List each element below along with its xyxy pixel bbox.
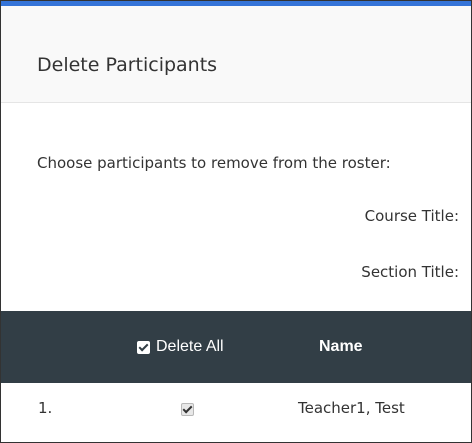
participant-name: Teacher1, Test [298,399,405,417]
modal-title: Delete Participants [37,54,218,76]
delete-all-label: Delete All [156,338,224,355]
row-index: 1. [38,399,53,417]
section-title-label: Section Title: [361,263,459,281]
row-delete-checkbox[interactable] [181,403,194,416]
column-header-name[interactable]: Name [319,336,363,358]
modal-header: Delete Participants [1,6,471,103]
delete-participants-dialog: Delete Participants Choose participants … [0,0,472,443]
course-title-label: Course Title: [364,207,459,225]
checkbox-checked-icon[interactable] [137,340,150,354]
delete-all-toggle[interactable]: Delete All [137,336,224,358]
table-header: Delete All Name [1,311,471,383]
instructions-text: Choose participants to remove from the r… [37,154,391,172]
